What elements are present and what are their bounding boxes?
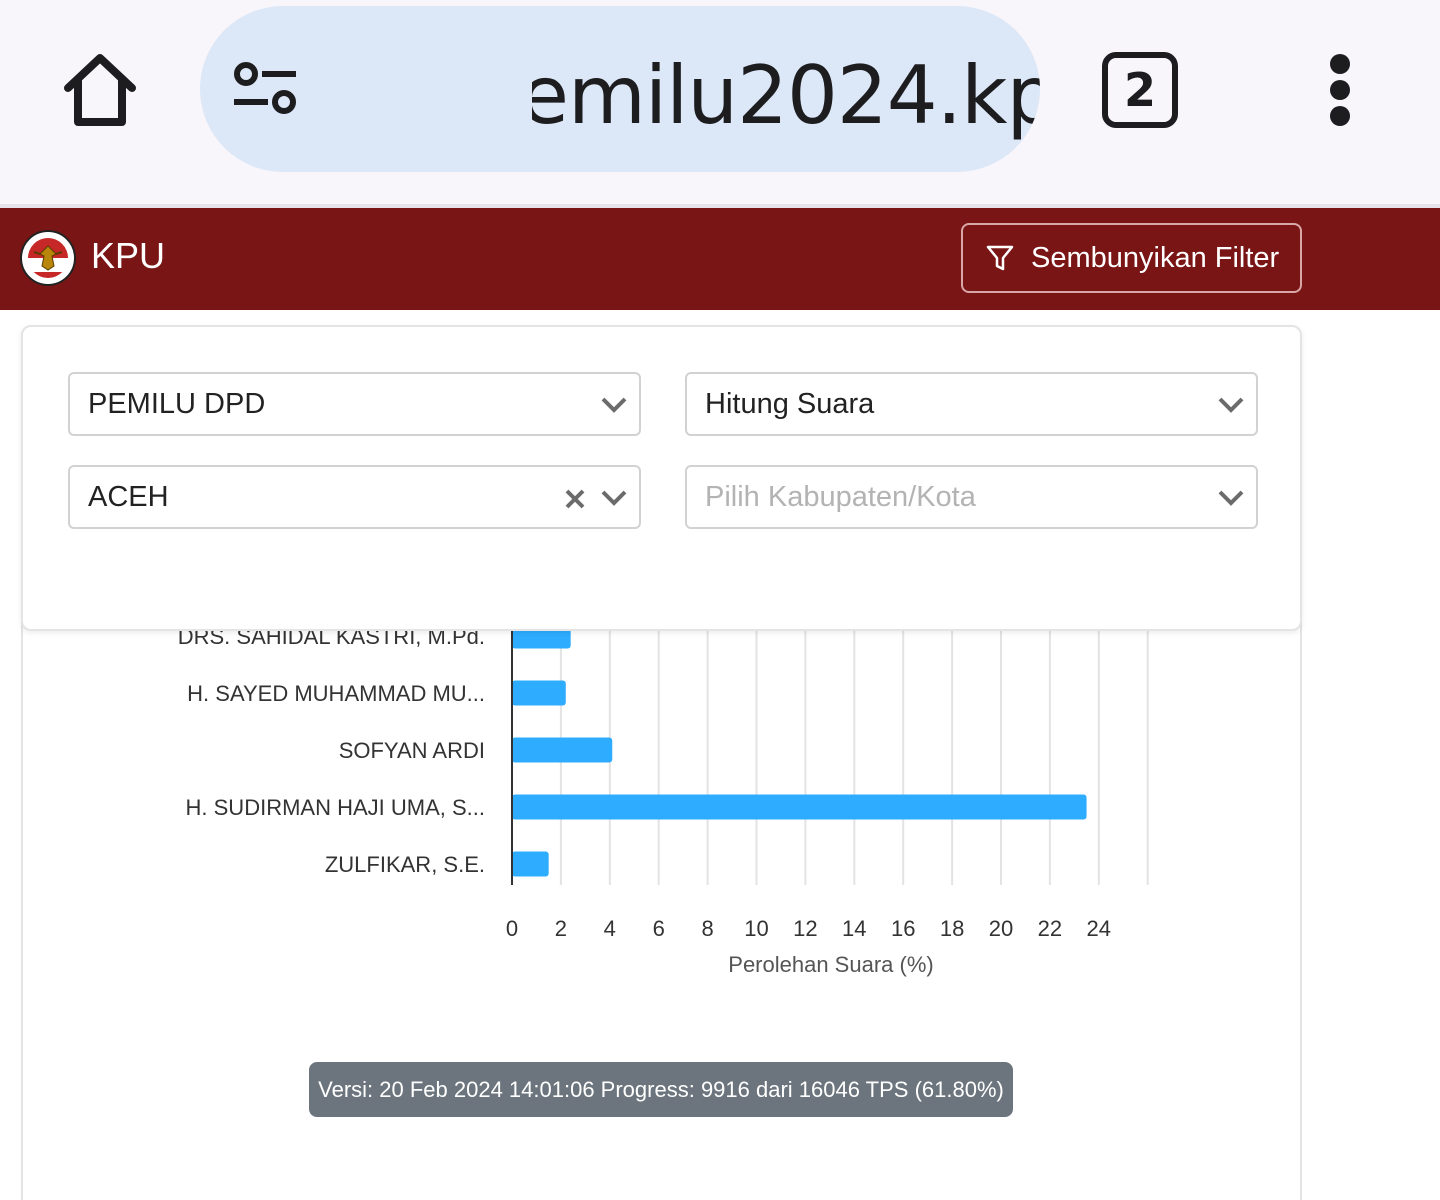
category-label: H. SAYED MUHAMMAD MU... xyxy=(187,681,485,706)
hide-filter-button[interactable]: Sembunyikan Filter xyxy=(961,223,1302,293)
province-select-value: ACEH xyxy=(88,481,169,513)
mode-select-value: Hitung Suara xyxy=(705,388,875,420)
tab-switcher-button[interactable]: 2 xyxy=(1102,52,1178,128)
province-select[interactable]: ACEH xyxy=(68,465,641,529)
x-tick-label: 12 xyxy=(793,916,817,941)
address-bar[interactable]: pemilu2024.kpu.go.id xyxy=(200,6,1040,172)
x-tick-label: 16 xyxy=(891,916,915,941)
x-tick-label: 0 xyxy=(506,916,518,941)
category-label: SOFYAN ARDI xyxy=(339,738,485,763)
x-tick-label: 10 xyxy=(744,916,768,941)
chevron-down-icon xyxy=(601,397,627,413)
kpu-navbar: KPU Sembunyikan Filter xyxy=(0,208,1440,310)
tab-count: 2 xyxy=(1123,63,1156,117)
hide-filter-label: Sembunyikan Filter xyxy=(1031,241,1280,274)
regency-select[interactable]: Pilih Kabupaten/Kota xyxy=(685,465,1258,529)
chevron-down-icon xyxy=(1218,490,1244,506)
x-tick-label: 20 xyxy=(989,916,1013,941)
bar xyxy=(512,737,613,763)
filter-icon xyxy=(985,243,1015,273)
filter-card: PEMILU DPD Hitung Suara ACEH Pilih Kabup… xyxy=(21,325,1302,631)
election-select-value: PEMILU DPD xyxy=(88,388,266,420)
election-select[interactable]: PEMILU DPD xyxy=(68,372,641,436)
home-icon[interactable] xyxy=(58,48,142,132)
clear-icon[interactable] xyxy=(561,483,589,513)
chevron-down-icon xyxy=(601,490,627,506)
browser-toolbar: pemilu2024.kpu.go.id 2 xyxy=(0,0,1440,208)
bar xyxy=(512,794,1087,820)
x-tick-label: 4 xyxy=(604,916,616,941)
category-label: ZULFIKAR, S.E. xyxy=(325,852,485,877)
chevron-down-icon xyxy=(1218,397,1244,413)
bar xyxy=(512,680,566,706)
x-axis-title: Perolehan Suara (%) xyxy=(728,952,933,977)
x-tick-label: 24 xyxy=(1087,916,1111,941)
x-tick-label: 6 xyxy=(653,916,665,941)
x-tick-label: 8 xyxy=(701,916,713,941)
bar xyxy=(512,851,549,877)
x-tick-label: 22 xyxy=(1038,916,1062,941)
category-label: H. SUDIRMAN HAJI UMA, S... xyxy=(186,795,485,820)
x-tick-label: 2 xyxy=(555,916,567,941)
mode-select[interactable]: Hitung Suara xyxy=(685,372,1258,436)
brand-title[interactable]: KPU xyxy=(91,236,165,276)
more-vert-icon[interactable] xyxy=(1320,50,1360,130)
regency-select-placeholder: Pilih Kabupaten/Kota xyxy=(705,481,976,513)
version-progress-badge: Versi: 20 Feb 2024 14:01:06 Progress: 99… xyxy=(309,1062,1013,1117)
x-tick-label: 14 xyxy=(842,916,866,941)
kpu-logo[interactable] xyxy=(20,230,76,286)
url-text: pemilu2024.kpu.go.id xyxy=(532,49,1040,142)
x-tick-label: 18 xyxy=(940,916,964,941)
site-settings-icon[interactable] xyxy=(232,62,298,116)
